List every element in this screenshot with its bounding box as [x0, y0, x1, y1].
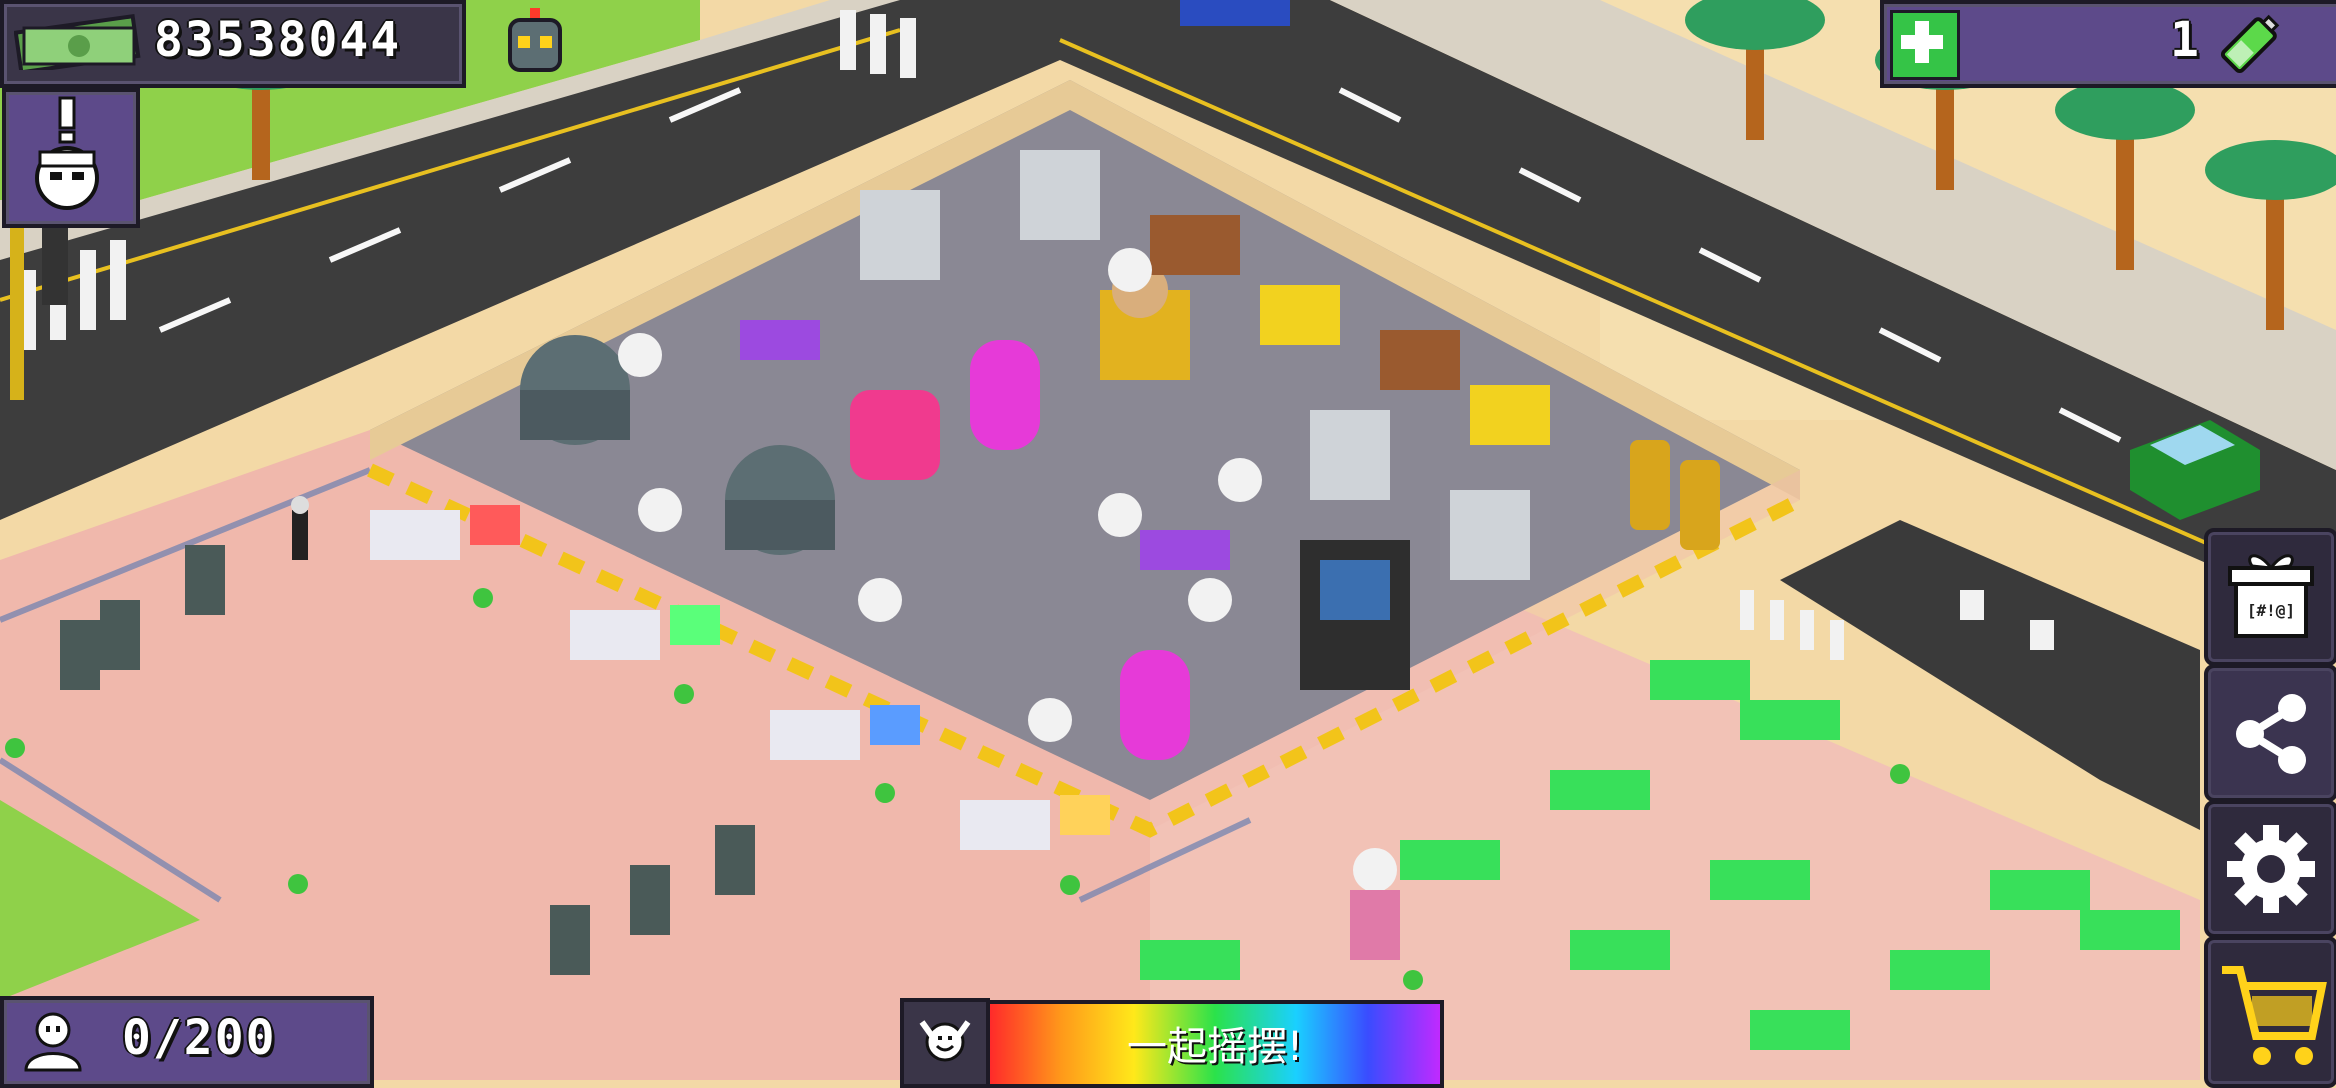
- manager-alert-icon: [35, 96, 99, 210]
- game-world[interactable]: [0, 0, 2336, 1080]
- gift-label: [#!@]: [2247, 601, 2295, 620]
- gift-icon: [#!@]: [2228, 554, 2314, 638]
- settings-button[interactable]: [2204, 800, 2336, 938]
- pink-tank[interactable]: [970, 340, 1040, 450]
- pink-tank[interactable]: [850, 390, 940, 480]
- plus-icon: [1901, 21, 1943, 63]
- shop-button[interactable]: [2204, 936, 2336, 1088]
- gear-icon: [2227, 825, 2315, 913]
- dance-button[interactable]: [900, 998, 990, 1088]
- battery-count: 1: [2170, 12, 2201, 68]
- dance-banner[interactable]: 一起摇摆!: [986, 1000, 1444, 1088]
- cash-icon: [13, 14, 144, 75]
- cart-icon: [2222, 966, 2327, 1065]
- dark-machine[interactable]: [1300, 540, 1410, 690]
- battery-panel: 1: [1880, 0, 2336, 88]
- money-panel: 83538044: [0, 0, 466, 88]
- add-battery-button[interactable]: [1890, 10, 1960, 80]
- chef-character: [1350, 848, 1400, 960]
- blue-car: [1180, 0, 1290, 26]
- pink-tank[interactable]: [1120, 650, 1190, 760]
- person-icon: [24, 1012, 82, 1072]
- robot-icon[interactable]: [500, 6, 570, 80]
- visitors-panel: 0/200: [0, 996, 374, 1088]
- person: [291, 496, 309, 560]
- dance-icon: [919, 1020, 971, 1062]
- visitor-count: 0/200: [122, 1010, 277, 1066]
- share-icon: [2236, 694, 2306, 774]
- battery-icon: [2214, 6, 2288, 84]
- manager-alert-button[interactable]: [2, 88, 140, 228]
- money-amount: 83538044: [154, 12, 402, 68]
- share-button[interactable]: [2204, 664, 2336, 802]
- dance-label: 一起摇摆!: [1126, 1024, 1304, 1070]
- gift-button[interactable]: [#!@]: [2204, 528, 2336, 666]
- machine[interactable]: [725, 445, 835, 555]
- machine[interactable]: [520, 335, 630, 445]
